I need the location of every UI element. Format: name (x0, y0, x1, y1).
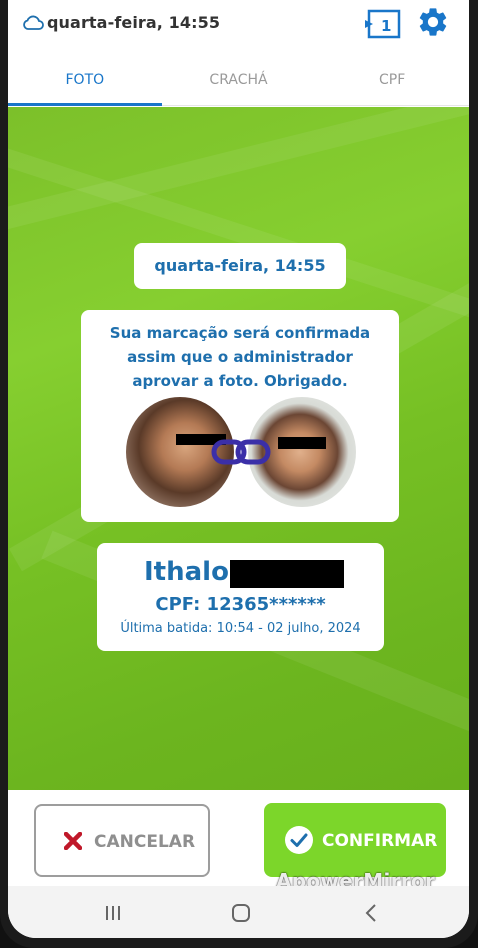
datetime-card: quarta-feira, 14:55 (134, 243, 346, 289)
tab-bar: FOTO CRACHÁ CPF (8, 56, 469, 106)
user-name: Ithalo (144, 557, 229, 587)
link-icon (211, 439, 271, 465)
tab-cpf[interactable]: CPF (315, 56, 469, 105)
queue-count: 1 (381, 17, 391, 35)
queue-counter-icon[interactable]: 1 (365, 8, 401, 40)
approval-message: Sua marcação será confirmada assim que o… (109, 324, 371, 390)
user-info-card: Ithalo CPF: 12365****** Última batida: 1… (97, 543, 384, 651)
recent-apps-icon[interactable] (103, 903, 123, 923)
tab-cracha[interactable]: CRACHÁ (162, 56, 316, 105)
header-datetime: quarta-feira, 14:55 (47, 13, 221, 32)
cloud-icon (23, 15, 44, 30)
close-icon (64, 832, 82, 850)
phone-frame: quarta-feira, 14:55 1 FOTO CRACHÁ CPF qu… (0, 0, 478, 948)
confirm-label: CONFIRMAR (322, 831, 438, 851)
approval-message-card: Sua marcação será confirmada assim que o… (81, 310, 399, 522)
top-bar: quarta-feira, 14:55 1 (8, 0, 469, 48)
gear-icon[interactable] (416, 5, 450, 39)
app-screen: quarta-feira, 14:55 1 FOTO CRACHÁ CPF qu… (8, 0, 469, 938)
cancel-label: CANCELAR (94, 832, 196, 852)
check-circle-icon (285, 826, 313, 854)
last-punch: Última batida: 10:54 - 02 julho, 2024 (120, 621, 361, 636)
redaction-bar (230, 560, 344, 588)
android-nav-bar (8, 886, 469, 938)
tab-foto[interactable]: FOTO (8, 56, 162, 106)
home-icon[interactable] (230, 902, 252, 924)
confirm-button[interactable]: CONFIRMAR (264, 803, 446, 877)
camera-preview: quarta-feira, 14:55 Sua marcação será co… (8, 107, 469, 790)
redaction-bar (278, 437, 326, 449)
cancel-button[interactable]: CANCELAR (34, 804, 210, 877)
back-icon[interactable] (364, 902, 378, 924)
datetime-card-text: quarta-feira, 14:55 (154, 256, 326, 275)
user-cpf: CPF: 12365****** (155, 594, 326, 615)
user-name-row: Ithalo (97, 555, 384, 593)
